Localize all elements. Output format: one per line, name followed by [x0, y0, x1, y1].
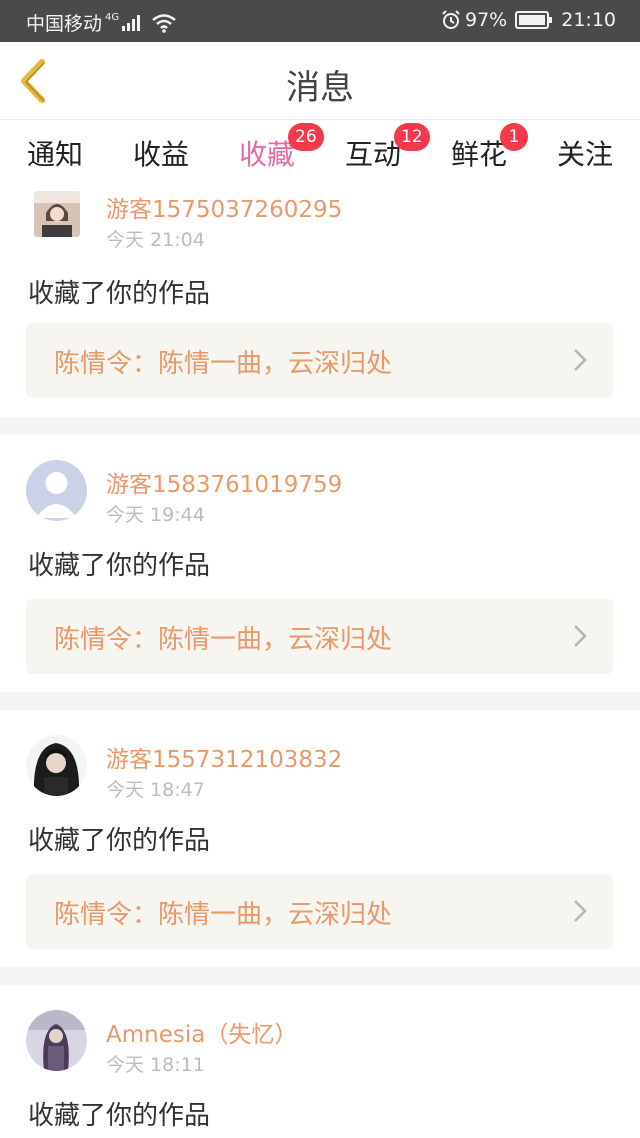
action-text: 收藏了你的作品: [28, 551, 211, 581]
tab-label: 鲜花: [450, 138, 507, 171]
action-text: 收藏了你的作品: [28, 279, 211, 309]
tab-label: 收藏: [238, 138, 295, 171]
tab-earnings[interactable]: 收益: [116, 133, 206, 173]
clock: 21:10: [561, 9, 616, 31]
avatar[interactable]: [26, 735, 87, 796]
work-link[interactable]: 陈情令：陈情一曲，云深归处: [26, 323, 613, 398]
tab-label: 关注: [556, 138, 613, 171]
unread-badge: 26: [288, 123, 324, 151]
action-text: 收藏了你的作品: [28, 1101, 211, 1131]
timestamp: 今天 18:47: [106, 779, 205, 801]
wifi-icon: [152, 13, 176, 33]
user-photo-icon: [34, 191, 80, 237]
status-bar: 中国移动 4G 97% 21:10: [0, 0, 640, 42]
work-link[interactable]: 陈情令：陈情一曲，云深归处: [26, 874, 613, 949]
avatar[interactable]: [26, 460, 87, 521]
carrier-label: 中国移动: [26, 13, 103, 35]
username[interactable]: 游客1583761019759: [106, 465, 342, 499]
list-item: 游客1557312103832 今天 18:47 收藏了你的作品 陈情令：陈情一…: [0, 710, 640, 967]
message-feed: 游客1575037260295 今天 21:04 收藏了你的作品 陈情令：陈情一…: [0, 185, 640, 1138]
unread-badge: 1: [500, 123, 528, 151]
page-title: 消息: [286, 68, 354, 108]
signal-icon: [122, 14, 141, 31]
unread-badge: 12: [394, 123, 430, 151]
chevron-right-icon: [574, 625, 587, 647]
default-avatar-icon: [26, 460, 87, 521]
chevron-right-icon: [574, 900, 587, 922]
work-title: 陈情令：陈情一曲，云深归处: [54, 625, 393, 655]
divider: [0, 692, 640, 710]
action-text: 收藏了你的作品: [28, 826, 211, 856]
timestamp: 今天 18:11: [106, 1054, 205, 1076]
tab-label: 收益: [132, 138, 189, 171]
nav-header: 消息: [0, 42, 640, 120]
tab-label: 互动: [344, 138, 401, 171]
battery-percent: 97%: [465, 9, 508, 31]
timestamp: 今天 19:44: [106, 504, 205, 526]
username[interactable]: 游客1557312103832: [106, 740, 342, 774]
avatar[interactable]: [34, 191, 80, 237]
list-item: 游客1575037260295 今天 21:04 收藏了你的作品 陈情令：陈情一…: [0, 185, 640, 417]
divider: [0, 967, 640, 985]
tab-interactions[interactable]: 互动 12: [328, 123, 430, 173]
user-photo-icon: [26, 735, 87, 796]
timestamp: 今天 21:04: [106, 229, 205, 251]
work-title: 陈情令：陈情一曲，云深归处: [54, 900, 393, 930]
work-link[interactable]: 陈情令：陈情一曲，云深归处: [26, 599, 613, 674]
user-photo-icon: [26, 1010, 87, 1071]
tab-notifications[interactable]: 通知: [10, 133, 100, 173]
alarm-icon: [442, 10, 460, 29]
avatar[interactable]: [26, 1010, 87, 1071]
tab-favorites[interactable]: 收藏 26: [222, 123, 324, 189]
tab-label: 通知: [26, 138, 83, 171]
list-item: Amnesia（失忆） 今天 18:11 收藏了你的作品: [0, 985, 640, 1138]
network-type: 4G: [105, 12, 120, 23]
list-item: 游客1583761019759 今天 19:44 收藏了你的作品 陈情令：陈情一…: [0, 435, 640, 692]
tab-flowers[interactable]: 鲜花 1: [434, 123, 528, 173]
username[interactable]: Amnesia（失忆）: [106, 1015, 297, 1049]
tab-following[interactable]: 关注: [540, 133, 630, 173]
work-title: 陈情令：陈情一曲，云深归处: [54, 349, 393, 379]
username[interactable]: 游客1575037260295: [106, 190, 342, 224]
chevron-right-icon: [574, 349, 587, 371]
divider: [0, 417, 640, 435]
tab-bar: 通知 收益 收藏 26 互动 12 鲜花 1 关注: [0, 121, 640, 189]
battery-icon: [515, 11, 553, 29]
